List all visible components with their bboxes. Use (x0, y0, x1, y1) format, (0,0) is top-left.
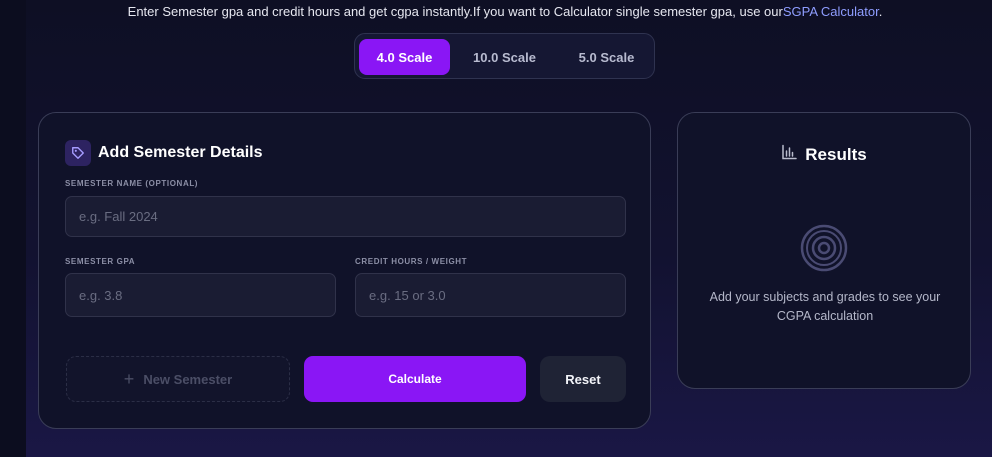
target-icon (800, 224, 848, 272)
scale-10-button[interactable]: 10.0 Scale (459, 39, 550, 75)
semester-name-label: SEMESTER NAME (OPTIONAL) (65, 179, 199, 188)
bar-chart-icon (781, 144, 798, 165)
scale-4-button[interactable]: 4.0 Scale (359, 39, 450, 75)
semester-details-card: Add Semester Details SEMESTER NAME (OPTI… (38, 112, 651, 429)
semester-name-input[interactable] (65, 196, 626, 237)
intro-text: Enter Semester gpa and credit hours and … (0, 4, 992, 19)
results-header: Results (678, 144, 970, 165)
semester-gpa-label: SEMESTER GPA (65, 257, 136, 266)
card-title: Add Semester Details (98, 144, 263, 161)
credit-hours-label: CREDIT HOURS / WEIGHT (355, 257, 468, 266)
credit-hours-input[interactable] (355, 273, 626, 317)
intro-description: Enter Semester gpa and credit hours and … (127, 4, 783, 19)
results-card: Results Add your subjects and grades to … (677, 112, 971, 389)
new-semester-button[interactable]: + New Semester (66, 356, 290, 402)
scale-selector: 4.0 Scale 10.0 Scale 5.0 Scale (354, 33, 655, 79)
scale-5-button[interactable]: 5.0 Scale (561, 39, 652, 75)
results-empty-message: Add your subjects and grades to see your… (709, 290, 941, 323)
tag-icon (65, 140, 91, 166)
plus-icon: + (123, 369, 135, 389)
results-title: Results (805, 144, 867, 164)
sgpa-calculator-link[interactable]: SGPA Calculator (783, 4, 879, 19)
semester-gpa-input[interactable] (65, 273, 336, 317)
intro-suffix: . (878, 4, 883, 19)
new-semester-label: New Semester (143, 371, 233, 387)
card-header: Add Semester Details (65, 140, 263, 166)
reset-button[interactable]: Reset (540, 356, 626, 402)
calculate-button[interactable]: Calculate (304, 356, 526, 402)
